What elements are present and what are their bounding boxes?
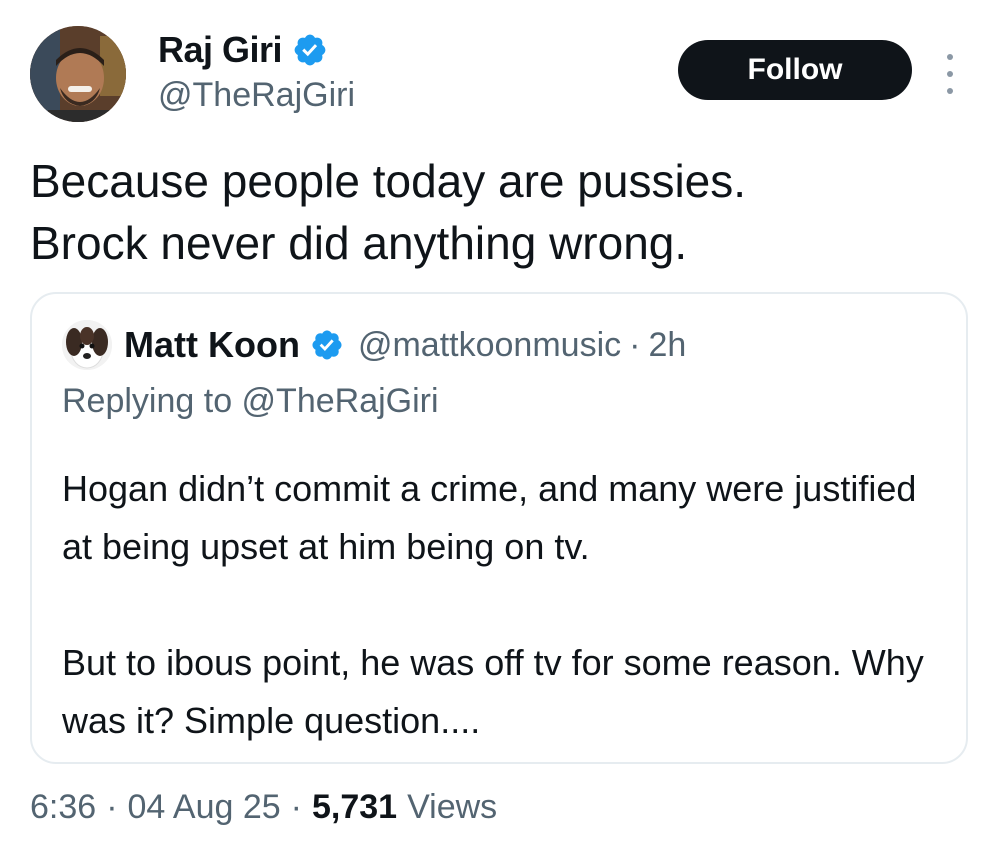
quoted-tweet[interactable]: Matt Koon @mattkoonmusic · 2h Replying t… xyxy=(30,292,968,764)
tweet-date[interactable]: 04 Aug 25 xyxy=(128,788,281,827)
separator-dot: · xyxy=(629,325,641,364)
separator-dot: · xyxy=(290,788,302,826)
views-label: Views xyxy=(407,788,498,826)
author-handle[interactable]: @TheRajGiri xyxy=(158,76,355,115)
tweet-time[interactable]: 6:36 xyxy=(30,788,96,827)
author-avatar[interactable] xyxy=(30,26,126,122)
quoted-text: Hogan didn’t commit a crime, and many we… xyxy=(62,468,924,741)
tweet-metadata: 6:36 · 04 Aug 25 · 5,731 Views xyxy=(30,788,497,827)
dog-avatar-icon xyxy=(62,320,112,370)
more-options-icon[interactable] xyxy=(942,54,958,94)
verified-badge-icon xyxy=(312,330,342,360)
dot xyxy=(947,54,953,60)
profile-photo-icon xyxy=(30,26,126,122)
dot xyxy=(947,71,953,77)
follow-button[interactable]: Follow xyxy=(678,40,912,100)
quoted-timestamp[interactable]: 2h xyxy=(648,326,686,365)
separator-dot: · xyxy=(106,788,118,826)
dot xyxy=(947,88,953,94)
verified-badge-icon xyxy=(294,34,326,66)
quoted-author-avatar[interactable] xyxy=(62,320,112,370)
views-count: 5,731 xyxy=(312,788,398,826)
replying-to[interactable]: Replying to @TheRajGiri xyxy=(62,382,439,421)
tweet-text: Because people today are pussies. Brock … xyxy=(30,155,747,269)
quoted-handle[interactable]: @mattkoonmusic xyxy=(358,326,621,365)
quoted-display-name[interactable]: Matt Koon xyxy=(124,324,300,366)
author-display-name[interactable]: Raj Giri xyxy=(158,29,283,71)
tweet-header: Raj Giri @TheRajGiri Follow xyxy=(30,26,970,126)
